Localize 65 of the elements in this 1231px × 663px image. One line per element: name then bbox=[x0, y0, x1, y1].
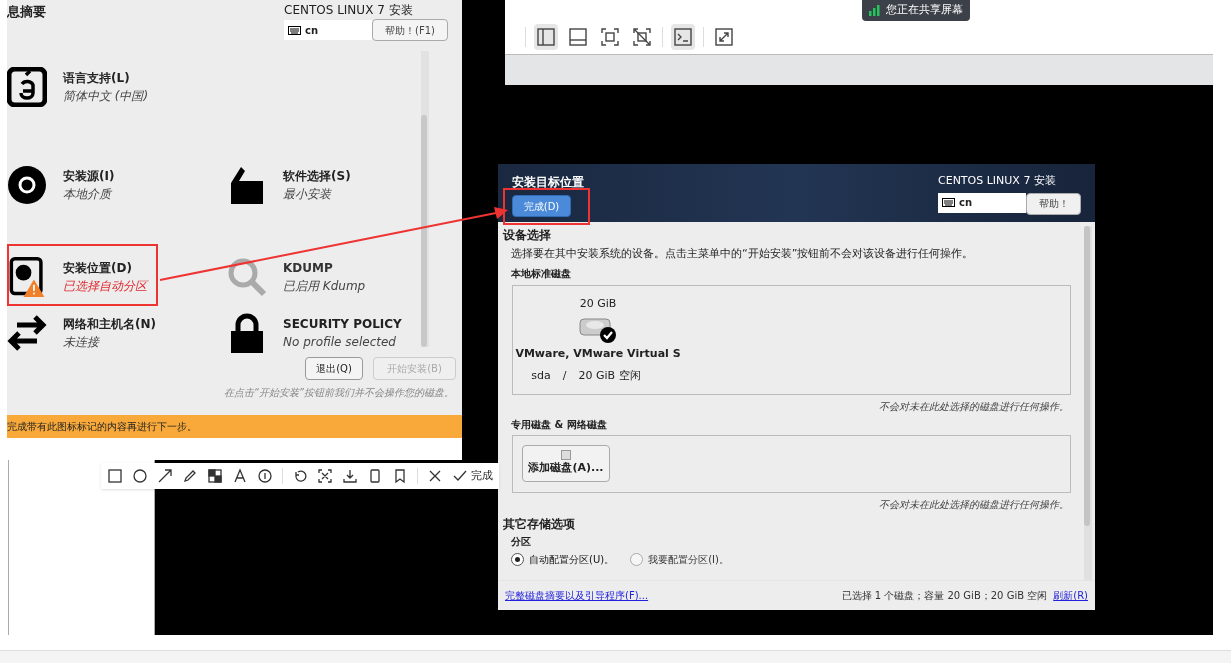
keyboard-icon bbox=[942, 198, 955, 207]
rectangle-icon[interactable] bbox=[107, 468, 123, 484]
help-button[interactable]: 帮助！ bbox=[1026, 192, 1081, 215]
language-icon bbox=[7, 67, 47, 107]
spoke-link[interactable]: 网络和主机名(N) 未连接 bbox=[63, 315, 156, 351]
disk-name: VMware, VMware Virtual S bbox=[515, 346, 681, 362]
undo-icon[interactable] bbox=[292, 468, 308, 484]
keyboard-layout-field[interactable]: cn bbox=[938, 192, 1026, 213]
disc-icon bbox=[7, 165, 47, 205]
keyboard-icon bbox=[288, 25, 301, 35]
scrollbar-thumb[interactable] bbox=[421, 115, 427, 347]
install-note: 在点击“开始安装”按钮前我们并不会操作您的磁盘。 bbox=[223, 386, 454, 400]
disk-note: 不会对未在此处选择的磁盘进行任何操作。 bbox=[878, 399, 1070, 414]
refresh-link[interactable]: 刷新(R) bbox=[1053, 588, 1088, 603]
description-text: 选择要在其中安装系统的设备。点击主菜单中的“开始安装”按钮前不会对该设备进行任何操作。 bbox=[511, 246, 975, 262]
done-button[interactable]: 完成(D) bbox=[512, 195, 571, 217]
phone-icon[interactable] bbox=[367, 468, 383, 484]
download-icon[interactable] bbox=[342, 468, 358, 484]
section-heading: 设备选择 bbox=[503, 227, 552, 244]
spoke-link[interactable]: 软件选择(S) 最小安装 bbox=[283, 167, 351, 203]
circle-icon[interactable] bbox=[132, 468, 148, 484]
close-icon[interactable] bbox=[427, 468, 443, 484]
section-heading: 其它存储选项 bbox=[503, 515, 576, 533]
disk-tile[interactable]: 20 GiB VMware, VMware Virtual S sda / 20 GiB 空闲 bbox=[513, 285, 683, 394]
spoke-link[interactable]: 安装位置(D) 已选择自动分区 bbox=[63, 259, 147, 295]
help-button[interactable]: 帮助！(F1) bbox=[372, 19, 448, 41]
separator: / bbox=[562, 367, 567, 384]
disk-note: 不会对未在此处选择的磁盘进行任何操作。 bbox=[878, 497, 1070, 512]
add-disk-button[interactable]: 添加磁盘(A)... bbox=[522, 444, 610, 482]
number-icon[interactable] bbox=[257, 468, 273, 484]
sidebar-toolbar-button[interactable] bbox=[534, 24, 558, 50]
disk-summary-link[interactable]: 完整磁盘摘要以及引导程序(F)... bbox=[505, 588, 649, 603]
subsection-heading: 专用磁盘 & 网络磁盘 bbox=[511, 417, 608, 432]
subsection-heading: 本地标准磁盘 bbox=[511, 266, 572, 281]
crop-icon[interactable] bbox=[317, 468, 333, 484]
device-name: sda bbox=[531, 367, 551, 384]
hard-disk-checked-icon bbox=[579, 315, 617, 343]
text-tool-icon[interactable] bbox=[232, 468, 248, 484]
pencil-icon[interactable] bbox=[182, 468, 198, 484]
product-title: CENTOS LINUX 7 安装 bbox=[938, 173, 1057, 189]
hard-disk-warning-icon bbox=[7, 257, 47, 297]
mosaic-icon[interactable] bbox=[207, 468, 223, 484]
spoke-link[interactable]: 语言支持(L) 简体中文 (中国) bbox=[63, 69, 149, 105]
selection-status: 已选择 1 个磁盘；容量 20 GiB；20 GiB 空闲 bbox=[841, 589, 1048, 603]
arrows-icon bbox=[7, 313, 47, 353]
console-toolbar-button[interactable] bbox=[671, 24, 695, 50]
scrollbar-thumb[interactable] bbox=[1084, 226, 1090, 526]
product-title: CENTOS LINUX 7 安装 bbox=[284, 2, 414, 19]
subsection-heading: 分区 bbox=[511, 534, 532, 549]
spoke-link[interactable]: SECURITY POLICY No profile selected bbox=[283, 315, 402, 351]
warning-bar: 完成带有此图标标记的内容再进行下一步。 bbox=[7, 415, 462, 438]
window-title: 息摘要 bbox=[7, 3, 46, 21]
magnifier-icon bbox=[227, 257, 267, 297]
bookmark-icon[interactable] bbox=[392, 468, 408, 484]
radio-option[interactable]: 自动配置分区(U)。 bbox=[511, 551, 615, 567]
keyboard-layout-field[interactable]: cn bbox=[284, 20, 372, 40]
action-button[interactable]: 退出(Q) bbox=[305, 357, 363, 380]
free-space: 20 GiB 空闲 bbox=[578, 367, 641, 384]
dialog-title: 安装目标位置 bbox=[512, 174, 584, 191]
arrow-icon[interactable] bbox=[157, 468, 173, 484]
screen-share-banner: 您正在共享屏幕 bbox=[862, 0, 970, 21]
signal-icon bbox=[869, 5, 880, 16]
radio-option[interactable]: 我要配置分区(I)。 bbox=[630, 551, 729, 567]
capture-done-button[interactable]: 完成 bbox=[452, 467, 493, 485]
spoke-link[interactable]: 安装源(I) 本地介质 bbox=[63, 167, 115, 203]
